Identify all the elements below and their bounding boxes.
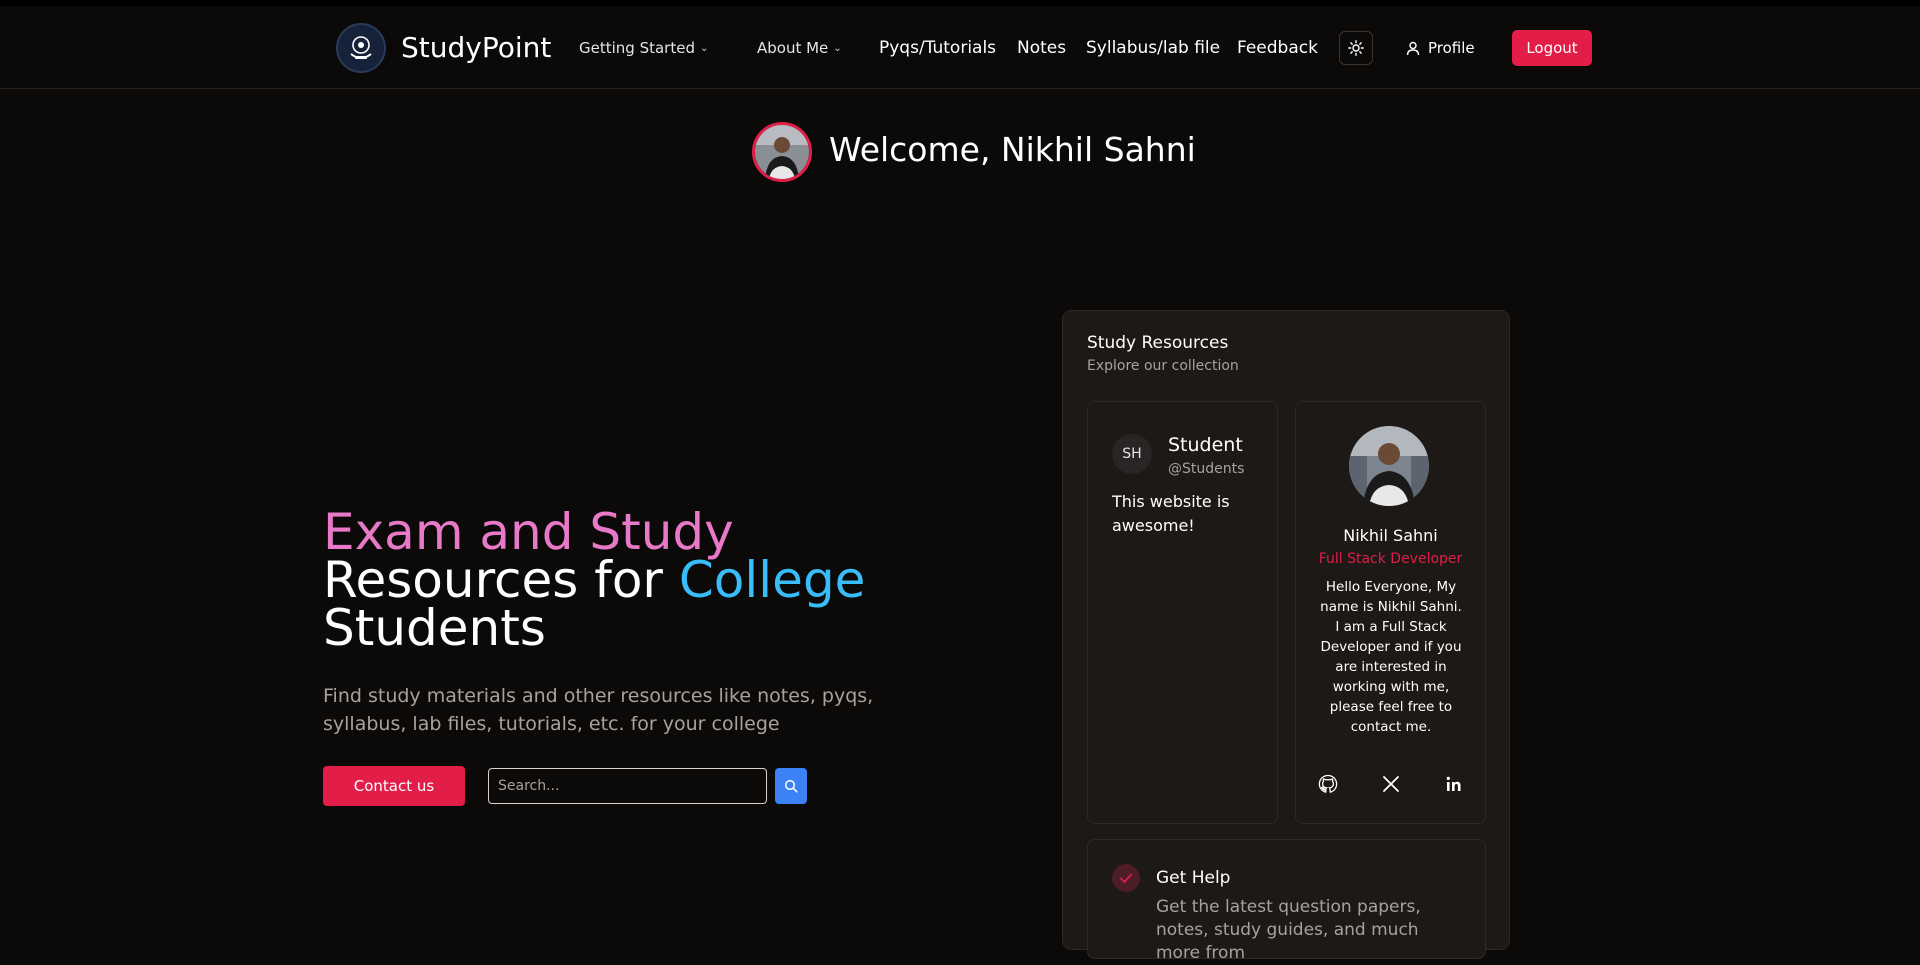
- student-name: Student: [1168, 434, 1243, 456]
- get-help-text: Get the latest question papers, notes, s…: [1156, 897, 1421, 963]
- check-icon: [1112, 864, 1140, 892]
- github-icon[interactable]: [1316, 772, 1340, 796]
- profile-link[interactable]: Profile: [1406, 39, 1475, 57]
- emblem-icon: [350, 36, 372, 59]
- profile-label: Profile: [1428, 39, 1475, 57]
- nav-getting-started-label: Getting Started: [579, 39, 695, 57]
- developer-photo: [1349, 426, 1429, 506]
- hero-title: Exam and Study Resources for College Stu…: [323, 507, 923, 653]
- social-links: [1316, 772, 1466, 796]
- developer-name: Nikhil Sahni: [1343, 526, 1438, 545]
- x-icon[interactable]: [1379, 772, 1403, 796]
- brand-name[interactable]: StudyPoint: [401, 31, 551, 64]
- student-avatar: SH: [1112, 434, 1152, 474]
- developer-profile-card: Nikhil Sahni Full Stack Developer Hello …: [1295, 401, 1486, 824]
- hero-title-part3: College: [678, 551, 866, 609]
- hero-title-part4: Students: [323, 599, 546, 657]
- developer-bio: Hello Everyone, My name is Nikhil Sahni.…: [1320, 579, 1462, 735]
- nav-about-me-label: About Me: [757, 39, 829, 57]
- search-input[interactable]: [488, 768, 767, 804]
- nav-feedback[interactable]: Feedback: [1237, 38, 1318, 58]
- chevron-down-icon: ⌄: [699, 42, 709, 54]
- linkedin-icon[interactable]: [1442, 772, 1466, 796]
- nav-about-me[interactable]: About Me ⌄: [757, 39, 842, 57]
- developer-avatar: [1349, 426, 1429, 506]
- site-header: StudyPoint Getting Started ⌄ About Me ⌄ …: [0, 6, 1920, 89]
- nav-syllabus-lab-file[interactable]: Syllabus/lab file: [1086, 38, 1220, 58]
- user-photo: [755, 125, 809, 179]
- user-avatar[interactable]: [752, 122, 812, 182]
- search-icon: [784, 779, 798, 793]
- panel-subtitle: Explore our collection: [1087, 358, 1239, 374]
- site-logo[interactable]: [336, 23, 386, 73]
- developer-role: Full Stack Developer: [1318, 551, 1463, 567]
- welcome-heading: Welcome, Nikhil Sahni: [829, 130, 1196, 169]
- theme-toggle-button[interactable]: [1339, 31, 1373, 65]
- contact-us-button[interactable]: Contact us: [323, 766, 465, 806]
- sun-icon: [1348, 40, 1364, 56]
- hero-subtitle: Find study materials and other resources…: [323, 685, 874, 735]
- chevron-down-icon: ⌄: [833, 42, 842, 54]
- search-button[interactable]: [775, 768, 807, 804]
- nav-notes[interactable]: Notes: [1017, 38, 1066, 58]
- student-testimonial-card: SH Student @Students This website is awe…: [1087, 401, 1278, 824]
- get-help-card[interactable]: Get Help Get the latest question papers,…: [1087, 839, 1486, 963]
- student-quote: This website is awesome!: [1112, 492, 1230, 535]
- student-handle: @Students: [1168, 461, 1245, 477]
- get-help-title: Get Help: [1156, 868, 1231, 888]
- panel-title: Study Resources: [1087, 333, 1229, 353]
- user-icon: [1406, 41, 1420, 55]
- nav-pyqs-tutorials[interactable]: Pyqs/Tutorials: [879, 38, 996, 58]
- logout-button[interactable]: Logout: [1512, 30, 1592, 66]
- nav-getting-started[interactable]: Getting Started ⌄: [579, 39, 708, 57]
- study-resources-panel: Study Resources Explore our collection S…: [1062, 310, 1510, 963]
